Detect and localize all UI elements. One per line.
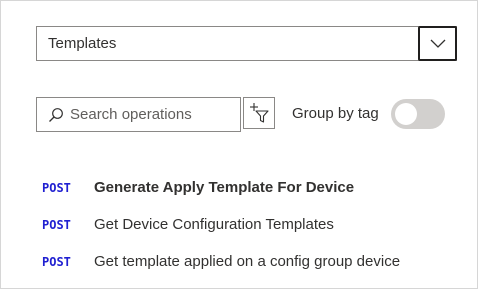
chevron-down-icon: [430, 39, 445, 48]
group-by-tag-toggle[interactable]: [391, 99, 445, 129]
operation-method-badge: POST: [42, 254, 71, 269]
add-filter-button[interactable]: [243, 97, 275, 129]
api-select-dropdown[interactable]: Templates: [36, 26, 457, 61]
operation-item[interactable]: POST Get template applied on a config gr…: [42, 243, 462, 280]
operation-item[interactable]: POST Get Device Configuration Templates: [42, 206, 462, 243]
toggle-knob: [395, 103, 417, 125]
search-icon: [48, 107, 64, 123]
operation-item[interactable]: POST Generate Apply Template For Device: [42, 169, 462, 206]
operation-name: Generate Apply Template For Device: [94, 179, 355, 196]
search-input[interactable]: [70, 98, 269, 131]
group-by-tag-label: Group by tag: [292, 105, 379, 122]
operation-method-badge: POST: [42, 217, 71, 232]
add-filter-icon: [250, 103, 269, 123]
operations-panel: Templates Group by tag POST Generate: [0, 0, 478, 289]
api-select-value: Templates: [48, 35, 117, 52]
operation-name: Get template applied on a config group d…: [94, 253, 401, 270]
dropdown-toggle-button[interactable]: [418, 26, 457, 61]
operations-list: POST Generate Apply Template For Device …: [42, 169, 462, 280]
search-box[interactable]: [36, 97, 269, 132]
operation-method-badge: POST: [42, 180, 71, 195]
operation-name: Get Device Configuration Templates: [94, 216, 334, 233]
